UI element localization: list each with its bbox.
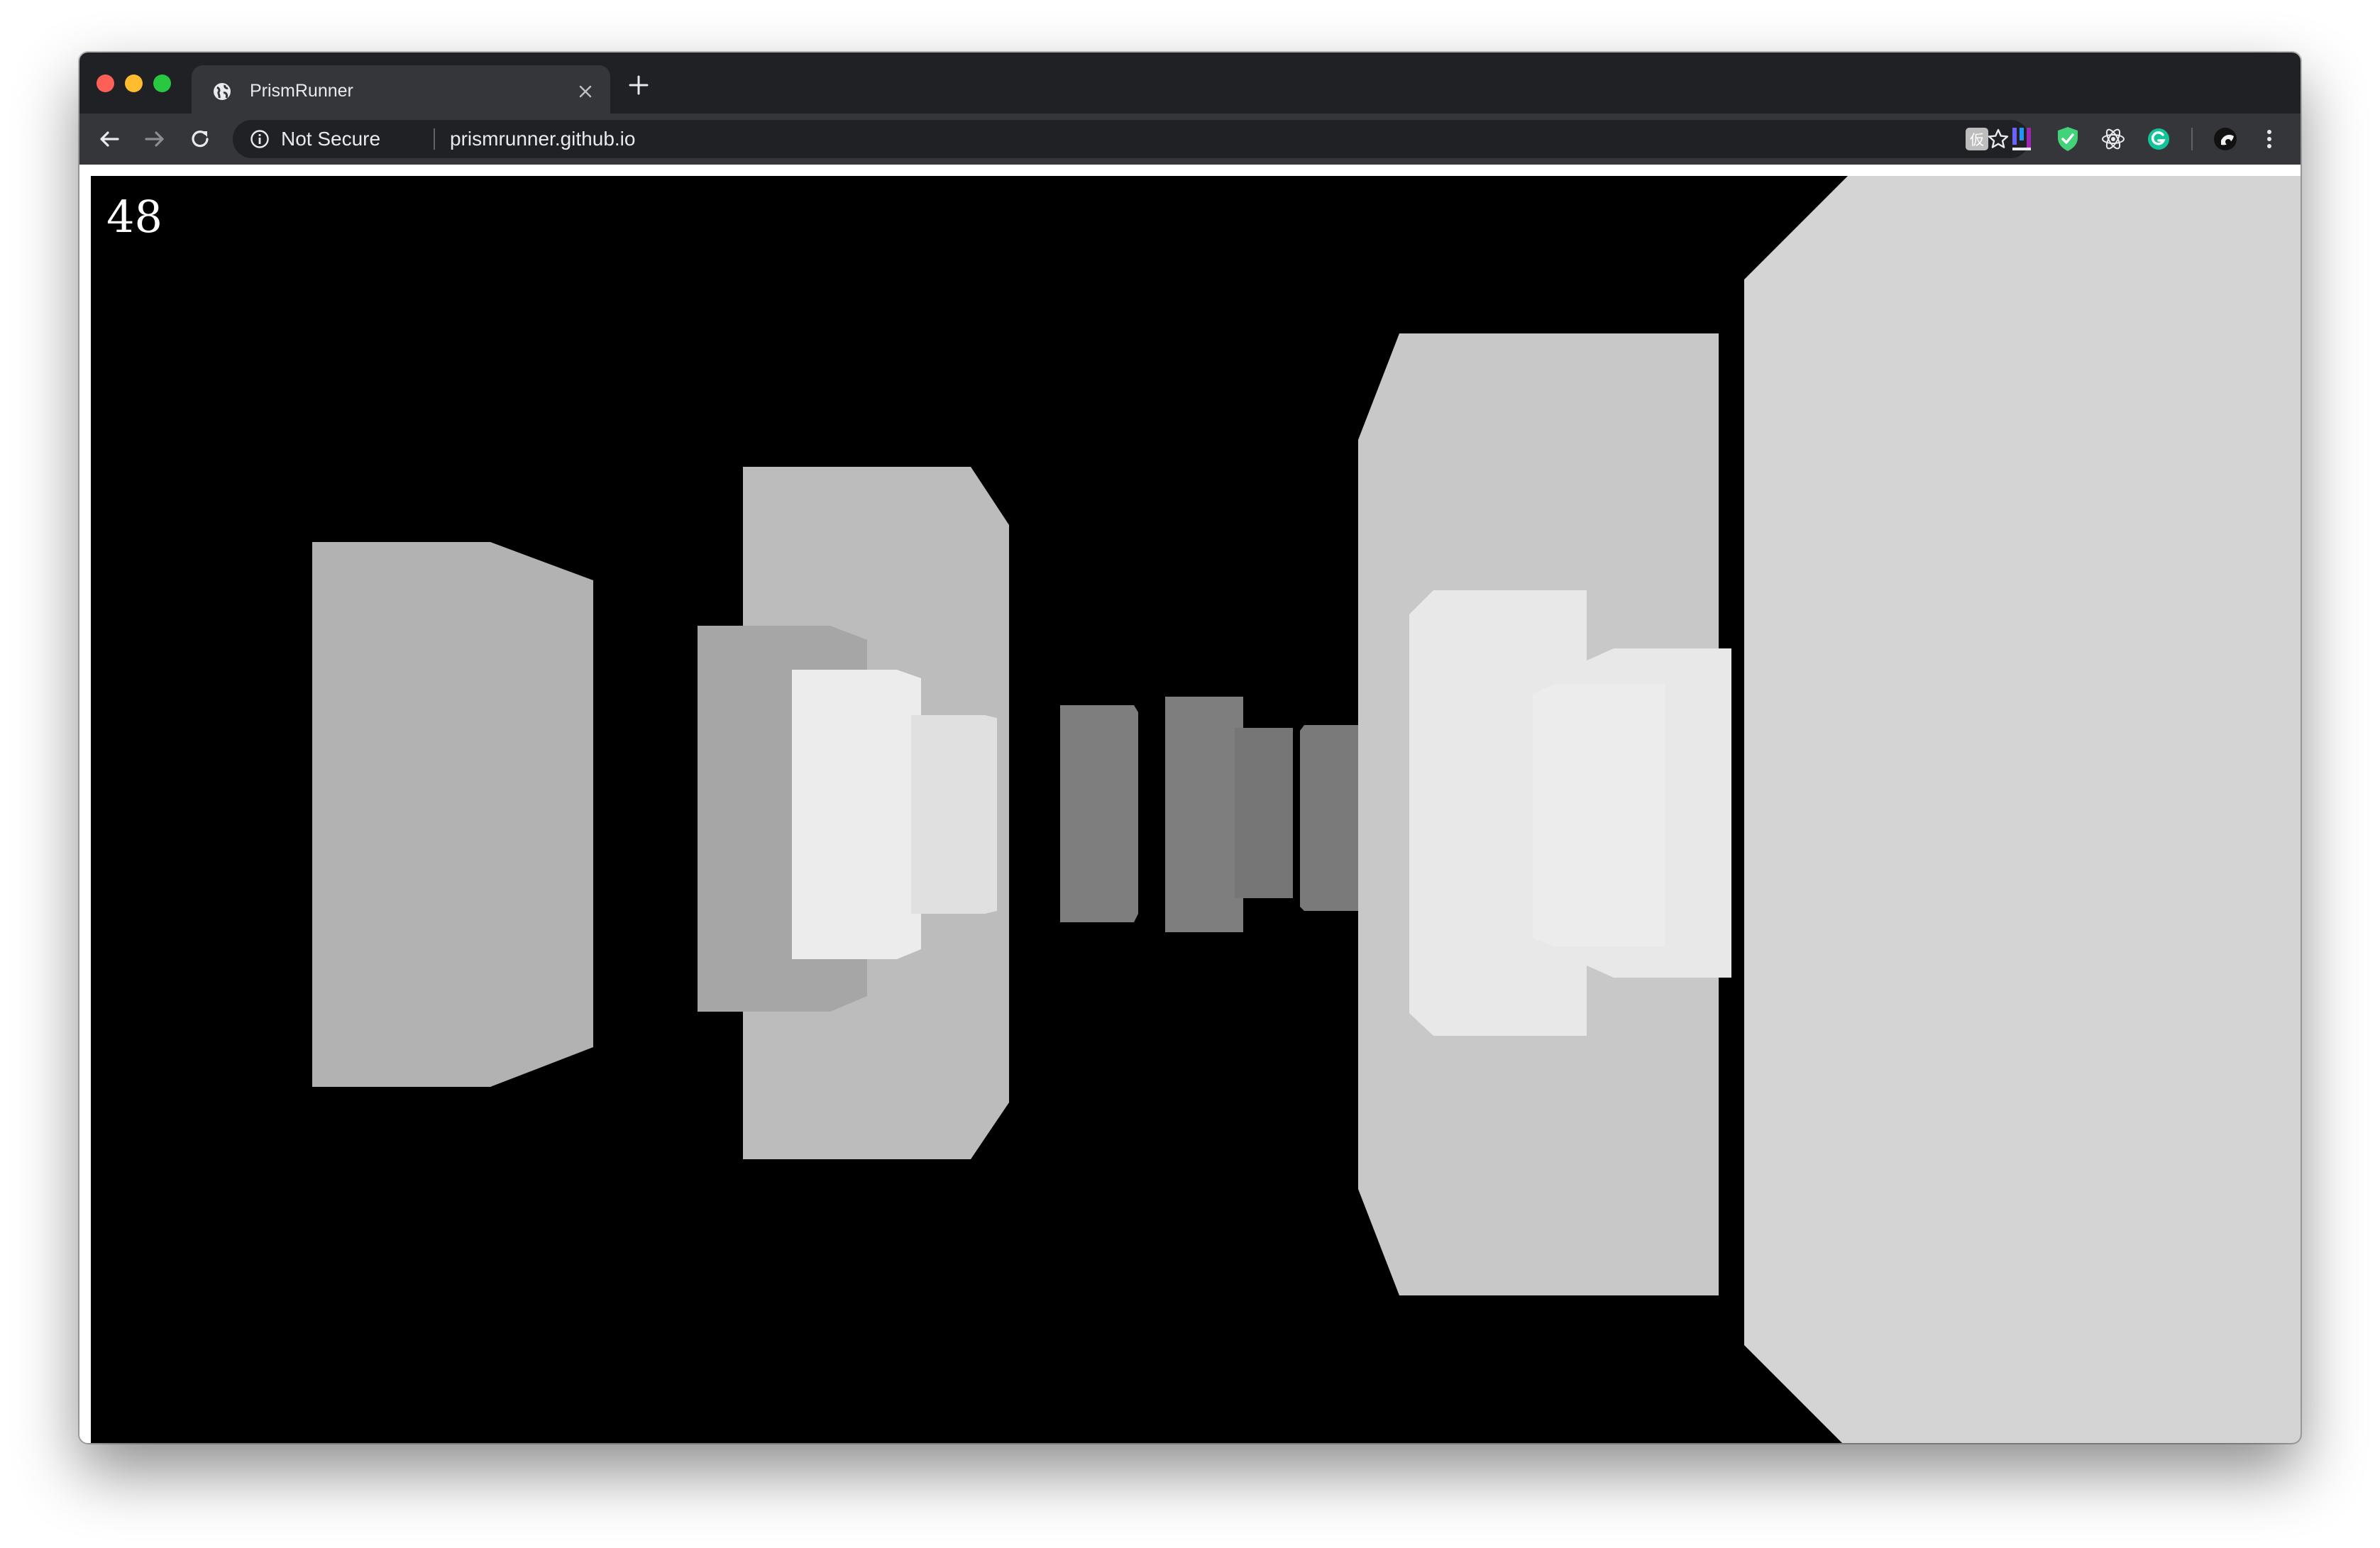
browser-window: PrismRunner Not Secure prismrunner.githu… (79, 52, 2301, 1443)
game-canvas[interactable]: 48 (91, 176, 2301, 1443)
prism-block (792, 670, 921, 959)
ij-extension-icon[interactable] (2008, 125, 2037, 153)
url-text[interactable]: prismrunner.github.io (450, 126, 635, 153)
shield-check-icon[interactable] (2054, 125, 2082, 153)
zoom-window-button[interactable] (153, 74, 171, 92)
prism-scene (312, 176, 2301, 1443)
prism-block (1533, 684, 1665, 946)
toolbar-divider (2191, 128, 2193, 150)
prism-block (1235, 728, 1293, 898)
prism-block (1300, 725, 1365, 911)
title-bar: PrismRunner (79, 52, 2301, 114)
prism-block (1744, 176, 2301, 1443)
address-bar[interactable]: Not Secure prismrunner.github.io (233, 120, 2029, 158)
prism-block (312, 542, 593, 1087)
globe-icon (214, 83, 231, 100)
reload-icon[interactable] (186, 125, 214, 153)
grammarly-icon[interactable] (2144, 125, 2173, 153)
address-divider (434, 128, 435, 150)
prism-block (911, 715, 997, 914)
profile-avatar-icon[interactable] (2211, 125, 2239, 153)
score-counter: 48 (106, 191, 162, 243)
forward-arrow-icon[interactable] (141, 125, 169, 153)
tab-prismrunner[interactable]: PrismRunner (192, 65, 610, 114)
back-arrow-icon[interactable] (95, 125, 123, 153)
security-label[interactable]: Not Secure (281, 126, 380, 153)
close-window-button[interactable] (97, 74, 114, 92)
prism-block (1060, 705, 1138, 922)
browser-toolbar: Not Secure prismrunner.github.io 仮 (79, 114, 2301, 165)
more-menu-icon[interactable] (2255, 125, 2283, 153)
info-icon[interactable] (248, 128, 271, 150)
minimize-window-button[interactable] (125, 74, 143, 92)
svg-text:仮: 仮 (1970, 131, 1984, 148)
close-tab-icon[interactable] (575, 81, 596, 102)
page-viewport: 48 (79, 165, 2301, 1443)
kanji-extension-icon[interactable]: 仮 (1963, 125, 1991, 153)
new-tab-plus-icon[interactable] (624, 71, 653, 99)
react-devtools-icon[interactable] (2099, 125, 2127, 153)
tab-title: PrismRunner (250, 81, 353, 101)
prism-block (1165, 697, 1243, 932)
